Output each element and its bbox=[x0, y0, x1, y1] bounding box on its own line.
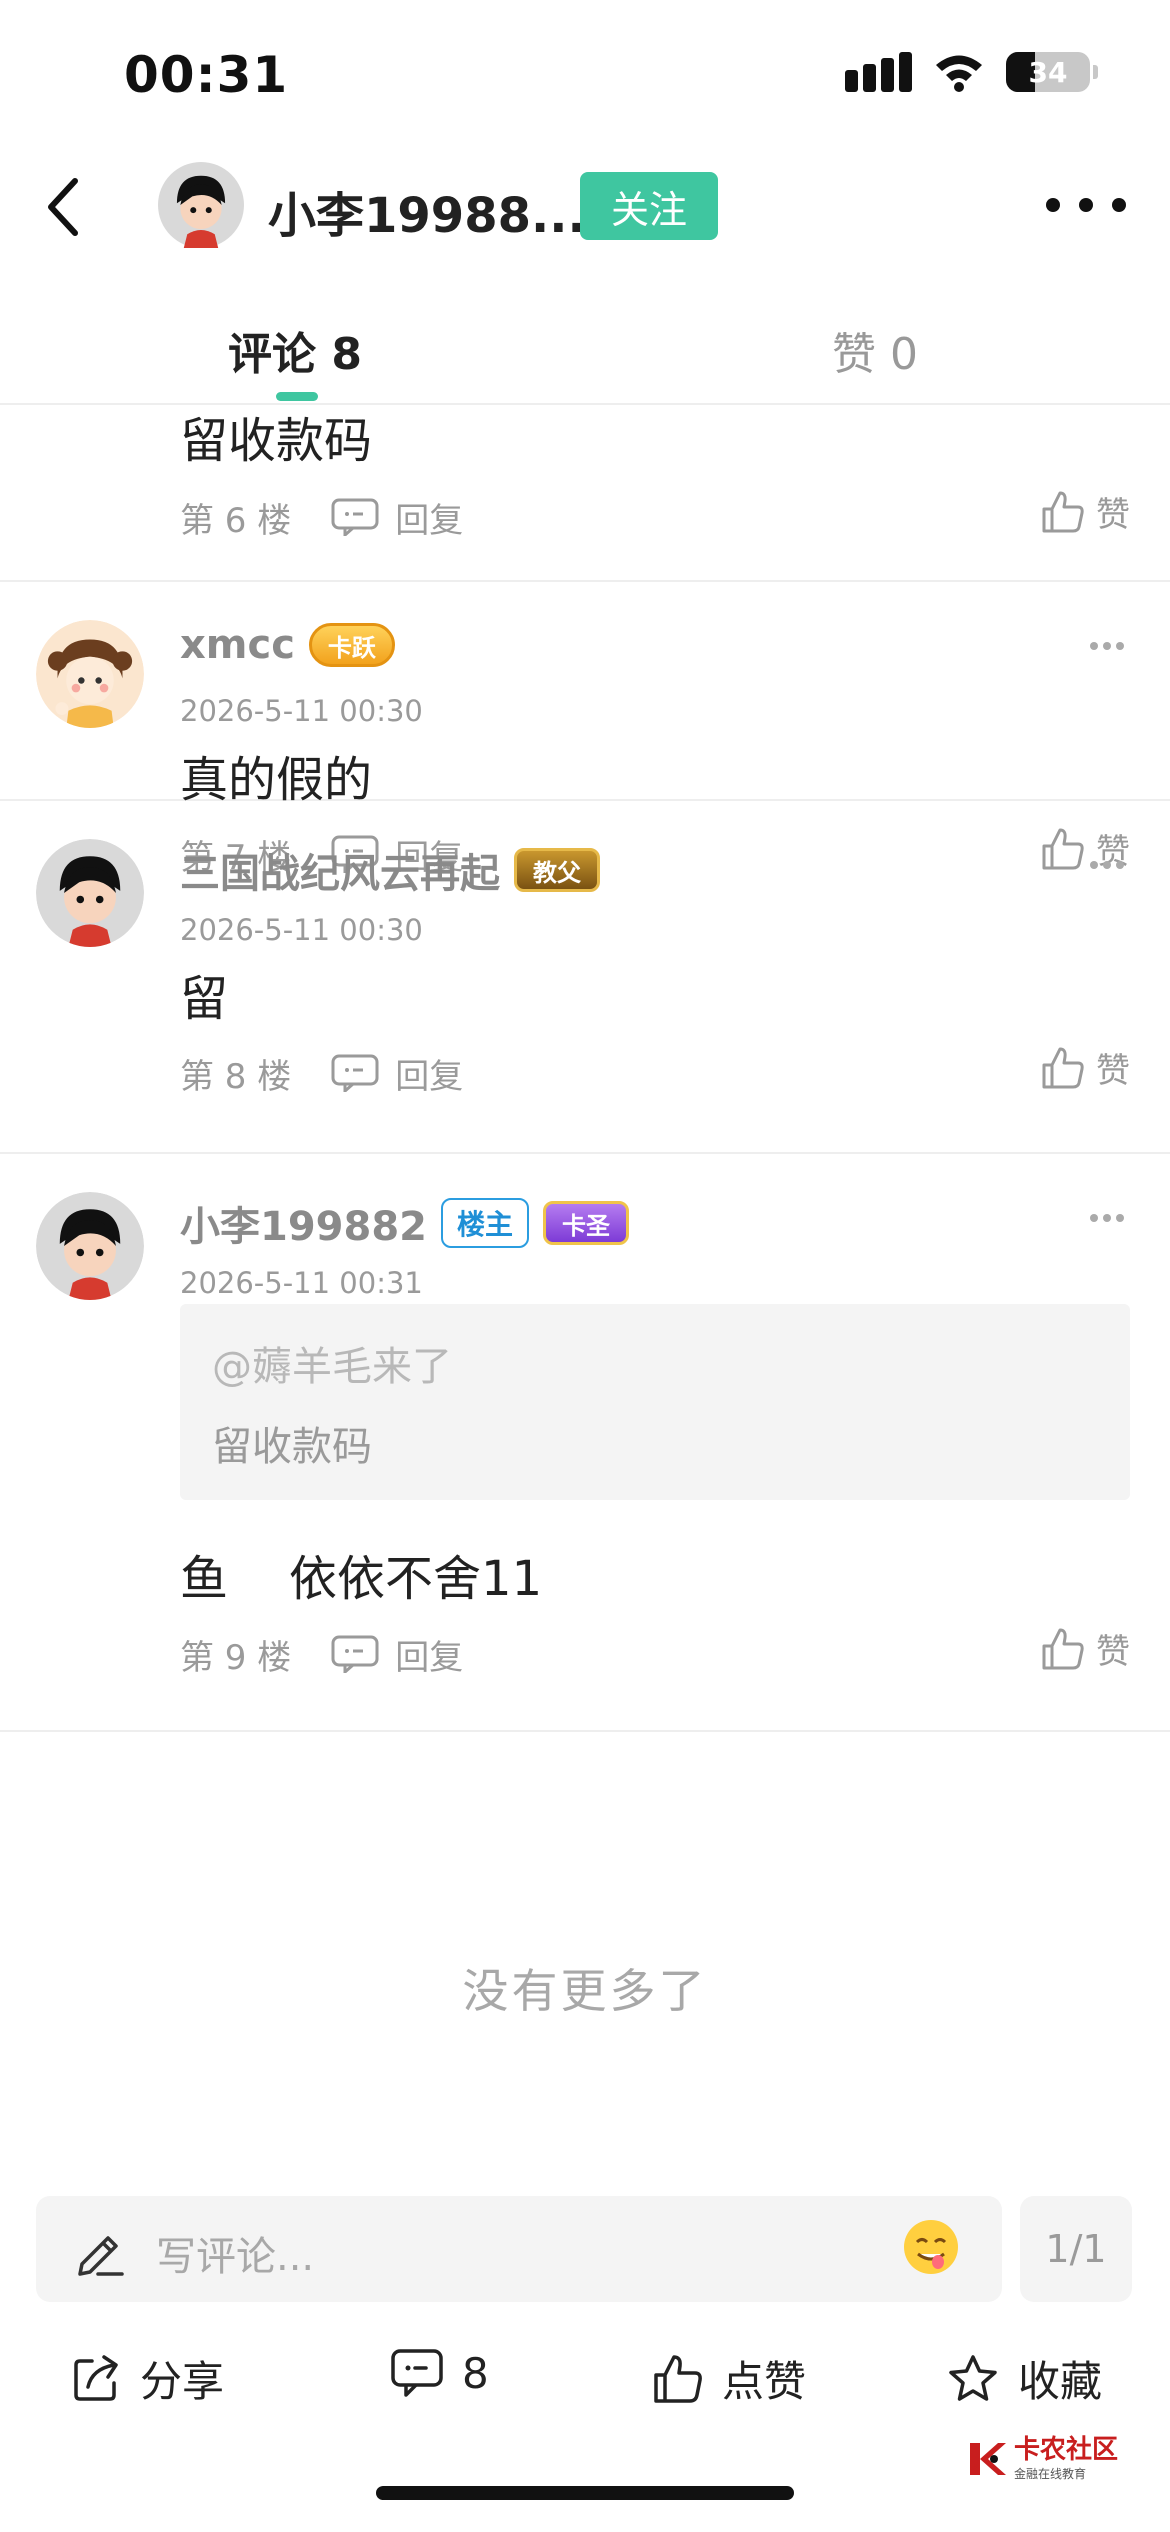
like-label: 赞 bbox=[1096, 495, 1130, 535]
quoted-reply[interactable]: @薅羊毛来了 留收款码 bbox=[180, 1304, 1130, 1500]
star-icon bbox=[949, 2354, 997, 2401]
pen-icon bbox=[78, 2236, 124, 2276]
comment-actions: 第 6 楼 回复 赞 bbox=[180, 487, 1130, 547]
watermark-subtitle: 金融在线教育 bbox=[1013, 2466, 1086, 2481]
like-button[interactable]: 赞 bbox=[1040, 1043, 1130, 1092]
like-label: 赞 bbox=[1096, 1632, 1130, 1672]
watermark: 卡农社区 金融在线教育 bbox=[968, 2436, 1118, 2482]
comment-actions: 第 8 楼 回复 赞 bbox=[180, 1043, 1130, 1103]
no-more-indicator: 没有更多了 bbox=[462, 1964, 708, 2018]
wifi-icon bbox=[934, 52, 984, 92]
comment-count-button[interactable]: 8 bbox=[390, 2348, 489, 2398]
comment-item: xmcc 卡跃 2026-5-11 00:30 真的假的 第 7 楼 回复 赞 bbox=[0, 582, 1170, 878]
reply-icon bbox=[331, 498, 379, 536]
thumbs-up-icon bbox=[654, 2354, 702, 2403]
status-time: 00:31 bbox=[124, 46, 289, 104]
share-icon bbox=[74, 2354, 118, 2401]
header-username[interactable]: 小李19988... bbox=[268, 176, 586, 246]
status-icons: 34 bbox=[845, 52, 1098, 92]
watermark-title: 卡农社区 bbox=[1013, 2435, 1118, 2465]
comment-more-icon[interactable] bbox=[1090, 642, 1124, 652]
comment-timestamp: 2026-5-11 00:31 bbox=[180, 1266, 423, 1300]
comment-actions: 第 9 楼 回复 赞 bbox=[180, 1624, 1130, 1684]
level-badge: 卡跃 bbox=[308, 623, 395, 667]
quoted-text: 留收款码 bbox=[212, 1424, 372, 1470]
comment-text: 鱼 依依不舍11 bbox=[180, 1551, 543, 1607]
comment-header: 三国战纪风云再起 教父 bbox=[180, 841, 600, 899]
like-post-button[interactable]: 点赞 bbox=[652, 2348, 806, 2409]
header: 小李19988... 关注 bbox=[0, 150, 1170, 270]
comment-username[interactable]: xmcc bbox=[180, 622, 295, 668]
header-avatar[interactable] bbox=[158, 162, 244, 248]
kanong-logo-icon bbox=[969, 2442, 1006, 2475]
comment-text: 留 bbox=[180, 971, 229, 1027]
comment-timestamp: 2026-5-11 00:30 bbox=[180, 694, 423, 728]
battery-level: 34 bbox=[1028, 55, 1068, 89]
like-label: 赞 bbox=[1096, 1051, 1130, 1091]
tab-comments[interactable]: 评论 8 bbox=[228, 318, 362, 382]
comment-more-icon[interactable] bbox=[1090, 1214, 1124, 1224]
comment-header: xmcc 卡跃 bbox=[180, 622, 395, 668]
comment-text: 真的假的 bbox=[180, 752, 373, 808]
tab-active-indicator bbox=[276, 392, 318, 401]
thumbs-up-icon bbox=[1042, 491, 1084, 532]
emoji-icon[interactable] bbox=[902, 2218, 960, 2276]
status-bar: 00:31 34 bbox=[0, 0, 1170, 150]
quoted-username: @薅羊毛来了 bbox=[212, 1344, 452, 1390]
reply-button[interactable]: 回复 bbox=[331, 1630, 463, 1679]
tab-bar: 评论 8 赞 0 bbox=[0, 290, 1170, 405]
reply-label: 回复 bbox=[395, 1637, 464, 1678]
share-label: 分享 bbox=[140, 2357, 225, 2406]
user-avatar[interactable] bbox=[36, 1192, 144, 1300]
floor-number: 第 6 楼 bbox=[180, 500, 292, 541]
page-indicator[interactable]: 1/1 bbox=[1020, 2196, 1132, 2302]
like-button[interactable]: 赞 bbox=[1040, 1624, 1130, 1673]
thumbs-up-icon bbox=[1042, 1628, 1084, 1669]
follow-button[interactable]: 关注 bbox=[580, 172, 718, 240]
reply-icon bbox=[331, 1635, 379, 1673]
comment-text: 留收款码 bbox=[180, 413, 373, 469]
comment-input[interactable]: 写评论... bbox=[36, 2196, 1002, 2302]
chevron-left-icon bbox=[48, 178, 78, 236]
reply-icon bbox=[331, 1054, 379, 1092]
comment-icon bbox=[391, 2349, 443, 2397]
reply-button[interactable]: 回复 bbox=[331, 493, 463, 542]
level-badge: 卡圣 bbox=[543, 1201, 630, 1245]
comment-item: 三国战纪风云再起 教父 2026-5-11 00:30 留 第 8 楼 回复 赞 bbox=[0, 801, 1170, 1154]
thumbs-up-icon bbox=[1042, 1047, 1084, 1088]
comment-username[interactable]: 三国战纪风云再起 bbox=[180, 841, 500, 899]
comment-list: 留收款码 第 6 楼 回复 赞 xmcc 卡跃 2026-5-11 00:30 … bbox=[0, 405, 1170, 1732]
level-badge: 教父 bbox=[514, 848, 600, 892]
battery-icon: 34 bbox=[1006, 52, 1098, 92]
comment-item: 留收款码 第 6 楼 回复 赞 bbox=[0, 405, 1170, 582]
floor-number: 第 9 楼 bbox=[180, 1637, 292, 1678]
reply-button[interactable]: 回复 bbox=[331, 1049, 463, 1098]
comment-username[interactable]: 小李199882 bbox=[180, 1194, 427, 1252]
comment-item: 小李199882 楼主 卡圣 2026-5-11 00:31 @薅羊毛来了 留收… bbox=[0, 1154, 1170, 1732]
back-button[interactable] bbox=[28, 172, 98, 242]
reply-label: 回复 bbox=[395, 500, 464, 541]
share-button[interactable]: 分享 bbox=[70, 2348, 224, 2409]
home-indicator[interactable] bbox=[376, 2486, 794, 2500]
comment-timestamp: 2026-5-11 00:30 bbox=[180, 913, 423, 947]
signal-icon bbox=[845, 52, 912, 92]
more-options-icon[interactable] bbox=[1046, 180, 1126, 230]
comment-more-icon[interactable] bbox=[1090, 861, 1124, 871]
like-button[interactable]: 赞 bbox=[1040, 487, 1130, 536]
comment-header: 小李199882 楼主 卡圣 bbox=[180, 1194, 630, 1252]
user-avatar[interactable] bbox=[36, 620, 144, 728]
favorite-button[interactable]: 收藏 bbox=[946, 2348, 1102, 2409]
tab-likes[interactable]: 赞 0 bbox=[832, 318, 918, 382]
owner-badge: 楼主 bbox=[441, 1198, 530, 1248]
comment-count: 8 bbox=[462, 2348, 489, 2398]
user-avatar[interactable] bbox=[36, 839, 144, 947]
bottom-action-bar: 分享 8 点赞 收藏 bbox=[0, 2330, 1170, 2430]
favorite-label: 收藏 bbox=[1018, 2357, 1103, 2406]
like-post-label: 点赞 bbox=[722, 2357, 807, 2406]
input-placeholder: 写评论... bbox=[156, 2234, 315, 2280]
reply-label: 回复 bbox=[395, 1056, 464, 1097]
floor-number: 第 8 楼 bbox=[180, 1056, 292, 1097]
